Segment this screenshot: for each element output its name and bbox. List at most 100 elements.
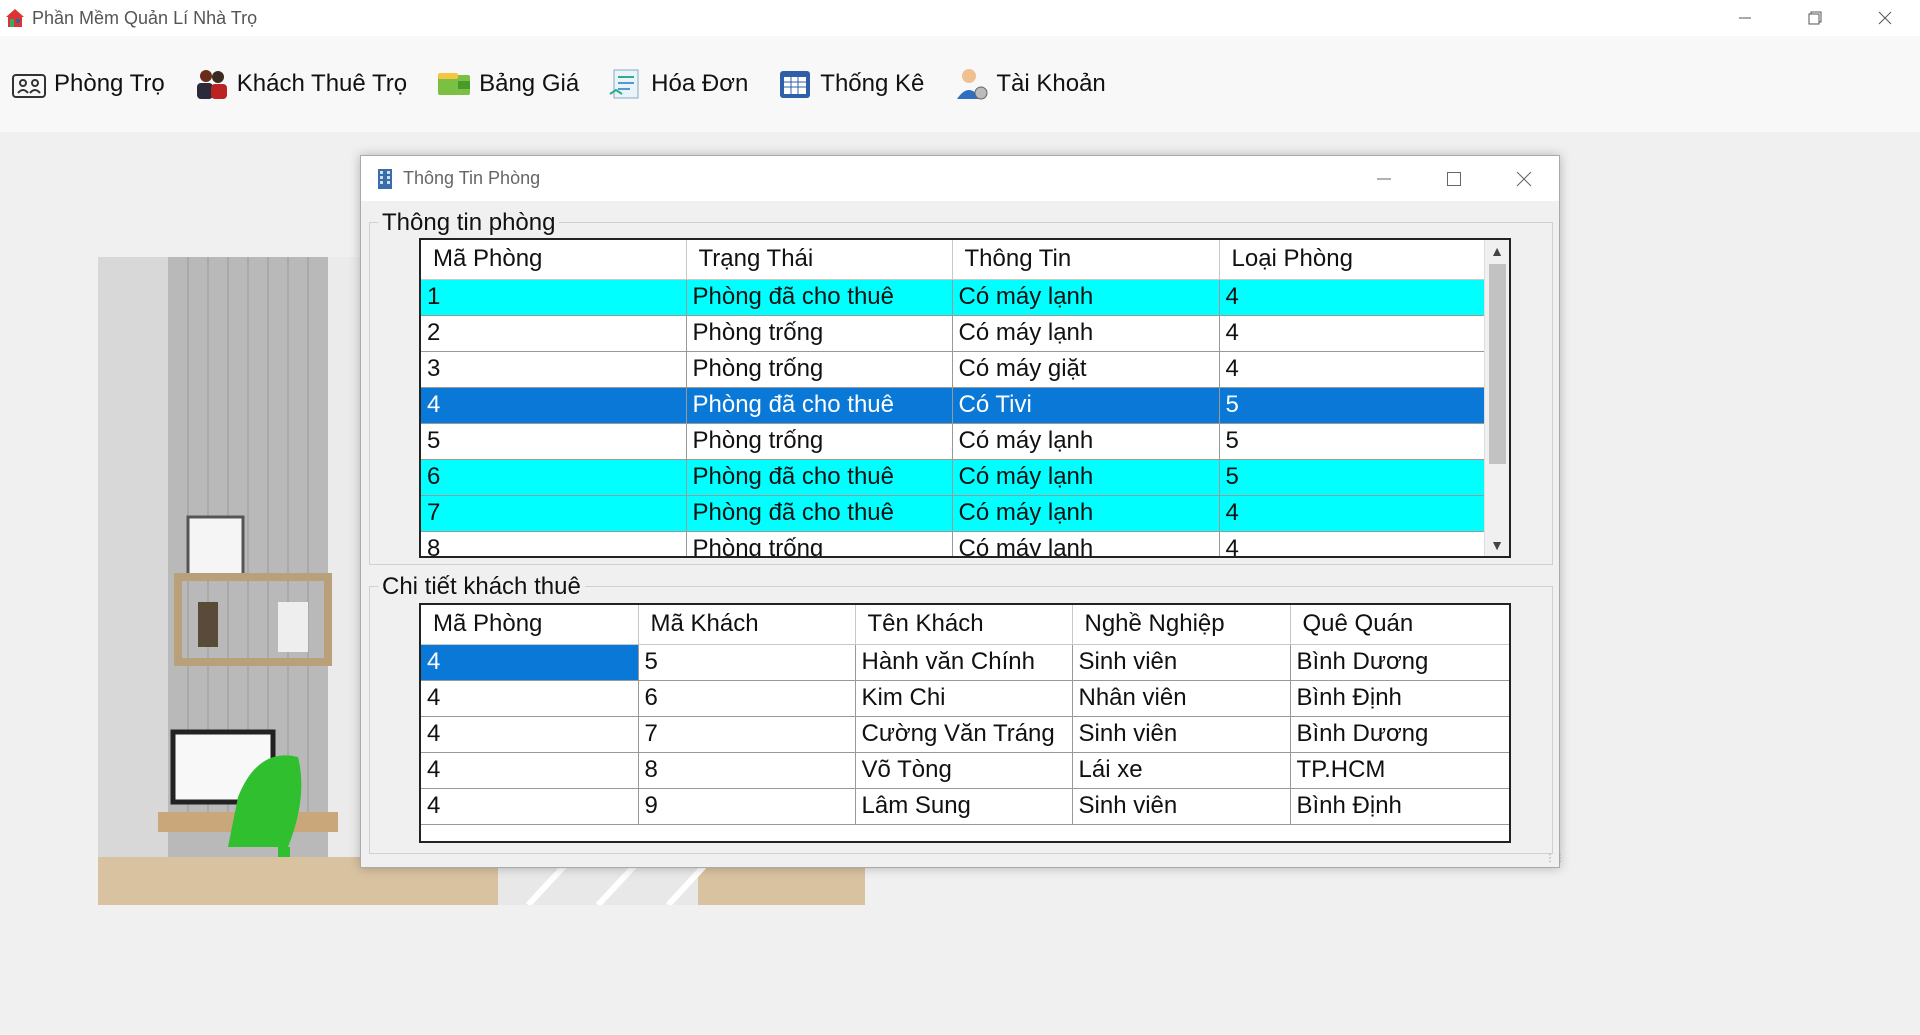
- table-row[interactable]: 4 5 Hành văn Chính Sinh viên Bình Dương: [421, 644, 1509, 681]
- cell-info[interactable]: Có máy lạnh: [952, 459, 1220, 496]
- column-header[interactable]: Mã Phòng: [421, 605, 639, 645]
- cell-info[interactable]: Có máy lạnh: [952, 279, 1220, 316]
- menu-item-price-list[interactable]: Bảng Giá: [435, 62, 579, 106]
- cell-room-id[interactable]: 4: [421, 644, 639, 681]
- table-row[interactable]: 2 Phòng trống Có máy lạnh 4: [421, 315, 1484, 352]
- rooms-grid[interactable]: Mã Phòng Trạng Thái Thông Tin Loại Phòng…: [419, 238, 1511, 558]
- restore-button[interactable]: [1780, 0, 1850, 36]
- cell-hometown[interactable]: Bình Định: [1290, 680, 1509, 717]
- resize-grip-icon[interactable]: ⋮⋮: [1545, 853, 1565, 865]
- column-header[interactable]: Quê Quán: [1290, 605, 1509, 645]
- tenants-grid[interactable]: Mã Phòng Mã Khách Tên Khách Nghề Nghiệp …: [419, 603, 1511, 843]
- table-row[interactable]: 4 7 Cường Văn Tráng Sinh viên Bình Dương: [421, 716, 1509, 753]
- column-header[interactable]: Nghề Nghiệp: [1072, 605, 1291, 645]
- scroll-thumb[interactable]: [1489, 264, 1506, 464]
- cell-hometown[interactable]: Bình Dương: [1290, 644, 1509, 681]
- cell-room-type[interactable]: 4: [1219, 531, 1484, 556]
- cell-status[interactable]: Phòng trống: [686, 315, 953, 352]
- cell-occupation[interactable]: Sinh viên: [1072, 716, 1291, 753]
- table-row[interactable]: 7 Phòng đã cho thuê Có máy lạnh 4: [421, 495, 1484, 532]
- cell-tenant-name[interactable]: Kim Chi: [855, 680, 1073, 717]
- cell-info[interactable]: Có máy lạnh: [952, 423, 1220, 460]
- cell-room-type[interactable]: 4: [1219, 279, 1484, 316]
- table-row[interactable]: 4 6 Kim Chi Nhân viên Bình Định: [421, 680, 1509, 717]
- cell-info[interactable]: Có máy lạnh: [952, 531, 1220, 556]
- cell-tenant-name[interactable]: Võ Tòng: [855, 752, 1073, 789]
- cell-tenant-id[interactable]: 7: [638, 716, 856, 753]
- cell-occupation[interactable]: Nhân viên: [1072, 680, 1291, 717]
- cell-hometown[interactable]: TP.HCM: [1290, 752, 1509, 789]
- dialog-titlebar[interactable]: Thông Tin Phòng: [361, 156, 1559, 201]
- cell-status[interactable]: Phòng đã cho thuê: [686, 495, 953, 532]
- cell-room-id[interactable]: 2: [421, 315, 687, 352]
- cell-tenant-name[interactable]: Hành văn Chính: [855, 644, 1073, 681]
- column-header[interactable]: Thông Tin: [952, 240, 1220, 280]
- cell-status[interactable]: Phòng trống: [686, 423, 953, 460]
- cell-room-id[interactable]: 4: [421, 387, 687, 424]
- cell-room-id[interactable]: 4: [421, 680, 639, 717]
- cell-room-id[interactable]: 4: [421, 788, 639, 825]
- table-row[interactable]: 1 Phòng đã cho thuê Có máy lạnh 4: [421, 279, 1484, 316]
- cell-occupation[interactable]: Lái xe: [1072, 752, 1291, 789]
- cell-room-id[interactable]: 6: [421, 459, 687, 496]
- rooms-vertical-scrollbar[interactable]: ▲ ▼: [1484, 240, 1509, 556]
- dialog-minimize-button[interactable]: [1349, 156, 1419, 201]
- cell-room-type[interactable]: 4: [1219, 315, 1484, 352]
- column-header[interactable]: Trạng Thái: [686, 240, 953, 280]
- dialog-close-button[interactable]: [1489, 156, 1559, 201]
- cell-room-id[interactable]: 4: [421, 752, 639, 789]
- scroll-up-icon[interactable]: ▲: [1485, 240, 1509, 262]
- cell-room-type[interactable]: 4: [1219, 495, 1484, 532]
- cell-status[interactable]: Phòng trống: [686, 351, 953, 388]
- table-row[interactable]: 8 Phòng trống Có máy lạnh 4: [421, 531, 1484, 556]
- menu-item-invoice[interactable]: Hóa Đơn: [607, 62, 748, 106]
- table-row[interactable]: 4 8 Võ Tòng Lái xe TP.HCM: [421, 752, 1509, 789]
- dialog-maximize-button[interactable]: [1419, 156, 1489, 201]
- cell-info[interactable]: Có máy lạnh: [952, 495, 1220, 532]
- table-row[interactable]: 5 Phòng trống Có máy lạnh 5: [421, 423, 1484, 460]
- table-row[interactable]: 4 9 Lâm Sung Sinh viên Bình Định: [421, 788, 1509, 825]
- scroll-down-icon[interactable]: ▼: [1485, 534, 1509, 556]
- column-header[interactable]: Tên Khách: [855, 605, 1073, 645]
- cell-occupation[interactable]: Sinh viên: [1072, 788, 1291, 825]
- cell-tenant-id[interactable]: 5: [638, 644, 856, 681]
- close-button[interactable]: [1850, 0, 1920, 36]
- cell-room-type[interactable]: 5: [1219, 459, 1484, 496]
- table-row[interactable]: 3 Phòng trống Có máy giặt 4: [421, 351, 1484, 388]
- cell-room-id[interactable]: 7: [421, 495, 687, 532]
- cell-status[interactable]: Phòng đã cho thuê: [686, 279, 953, 316]
- cell-hometown[interactable]: Bình Định: [1290, 788, 1509, 825]
- column-header[interactable]: Loại Phòng: [1219, 240, 1484, 280]
- cell-info[interactable]: Có máy lạnh: [952, 315, 1220, 352]
- cell-room-type[interactable]: 5: [1219, 387, 1484, 424]
- cell-status[interactable]: Phòng đã cho thuê: [686, 459, 953, 496]
- cell-tenant-id[interactable]: 6: [638, 680, 856, 717]
- menu-item-statistics[interactable]: Thống Kê: [776, 62, 924, 106]
- cell-room-id[interactable]: 3: [421, 351, 687, 388]
- table-row-selected[interactable]: 4 Phòng đã cho thuê Có Tivi 5: [421, 387, 1484, 424]
- cell-tenant-name[interactable]: Lâm Sung: [855, 788, 1073, 825]
- cell-room-id[interactable]: 5: [421, 423, 687, 460]
- cell-status[interactable]: Phòng trống: [686, 531, 953, 556]
- cell-room-id[interactable]: 4: [421, 716, 639, 753]
- menu-item-tenants[interactable]: Khách Thuê Trọ: [193, 62, 407, 106]
- cell-info[interactable]: Có Tivi: [952, 387, 1220, 424]
- column-header[interactable]: Mã Phòng: [421, 240, 687, 280]
- cell-tenant-id[interactable]: 9: [638, 788, 856, 825]
- statistics-icon: [776, 66, 814, 102]
- cell-hometown[interactable]: Bình Dương: [1290, 716, 1509, 753]
- menu-item-rooms[interactable]: Phòng Trọ: [10, 62, 165, 106]
- cell-occupation[interactable]: Sinh viên: [1072, 644, 1291, 681]
- cell-room-type[interactable]: 5: [1219, 423, 1484, 460]
- column-header[interactable]: Mã Khách: [638, 605, 856, 645]
- cell-room-type[interactable]: 4: [1219, 351, 1484, 388]
- cell-room-id[interactable]: 8: [421, 531, 687, 556]
- cell-tenant-name[interactable]: Cường Văn Tráng: [855, 716, 1073, 753]
- menu-item-account[interactable]: Tài Khoản: [952, 62, 1106, 106]
- cell-tenant-id[interactable]: 8: [638, 752, 856, 789]
- cell-status[interactable]: Phòng đã cho thuê: [686, 387, 953, 424]
- table-row[interactable]: 6 Phòng đã cho thuê Có máy lạnh 5: [421, 459, 1484, 496]
- cell-info[interactable]: Có máy giặt: [952, 351, 1220, 388]
- cell-room-id[interactable]: 1: [421, 279, 687, 316]
- minimize-button[interactable]: [1710, 0, 1780, 36]
